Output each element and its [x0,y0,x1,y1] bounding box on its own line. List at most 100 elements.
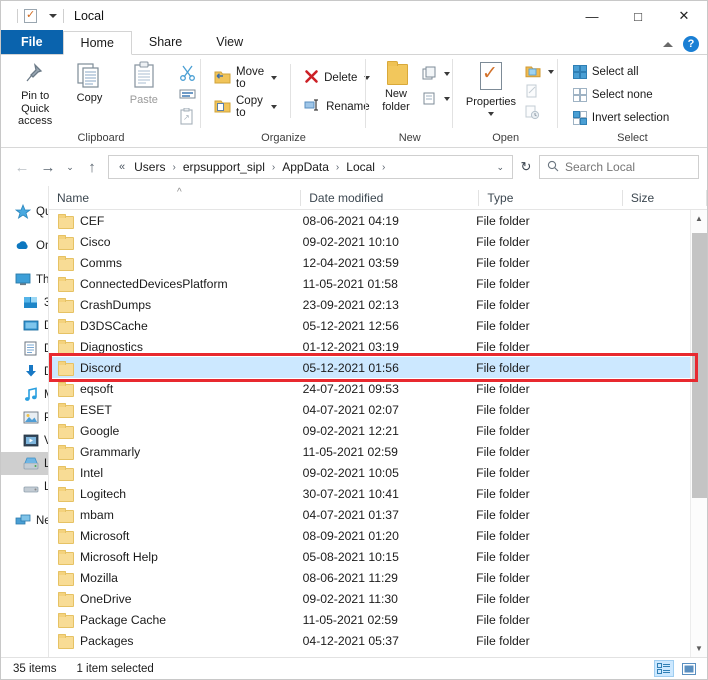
tab-file[interactable]: File [1,30,63,54]
sidebar-item-network[interactable]: Ne [1,509,48,532]
delete-button[interactable]: Delete [299,66,375,89]
file-name-cell[interactable]: Comms [49,255,295,271]
vertical-scrollbar[interactable]: ▲ ▼ [690,210,707,657]
tab-share[interactable]: Share [131,30,200,54]
table-row[interactable]: Cisco 09-02-2021 10:10 File folder [49,231,690,252]
breadcrumb-local[interactable]: Local [343,159,378,175]
table-row[interactable]: CrashDumps 23-09-2021 02:13 File folder [49,294,690,315]
file-name-cell[interactable]: ESET [49,402,295,418]
move-to-button[interactable]: Move to [209,66,282,90]
easy-access-button[interactable] [420,90,452,108]
column-header-size[interactable]: Size [623,186,708,210]
table-row[interactable]: OneDrive 09-02-2021 11:30 File folder [49,588,690,609]
file-name-cell[interactable]: Diagnostics [49,339,295,355]
file-name-cell[interactable]: Intel [49,465,295,481]
select-none-button[interactable]: Select none [568,83,658,106]
column-header-date-modified[interactable]: Date modified [301,186,480,210]
file-list[interactable]: CEF 08-06-2021 04:19 File folder Cisco 09-02… [49,210,690,657]
sidebar-item-local-disk[interactable]: L [1,452,48,475]
recent-locations-button[interactable]: ⌄ [61,154,79,180]
invert-selection-button[interactable]: Invert selection [568,106,674,129]
column-header-type[interactable]: Type [479,186,624,210]
file-name-cell[interactable]: Mozilla [49,570,295,586]
file-name-cell[interactable]: CrashDumps [49,297,295,313]
file-name-cell[interactable]: OneDrive [49,591,295,607]
file-name-cell[interactable]: Grammarly [49,444,295,460]
table-row[interactable]: Discord 05-12-2021 01:56 File folder [49,357,690,378]
table-row[interactable]: Logitech 30-07-2021 10:41 File folder [49,483,690,504]
tab-home[interactable]: Home [62,31,132,55]
copy-path-button[interactable] [174,85,201,106]
chevron-down-icon[interactable] [444,72,450,76]
breadcrumb-separator[interactable]: › [271,162,276,173]
minimize-button[interactable]: — [569,1,615,31]
scrollbar-track[interactable] [691,227,708,640]
table-row[interactable]: Mozilla 08-06-2021 11:29 File folder [49,567,690,588]
sidebar-item-local-disk-2[interactable]: L [1,475,48,498]
sidebar-item-onedrive[interactable]: On [1,234,48,257]
close-button[interactable]: ✕ [661,1,707,31]
cut-button[interactable] [174,63,201,84]
breadcrumb-appdata[interactable]: AppData [279,159,332,175]
sidebar-item-documents[interactable]: D [1,337,48,360]
sidebar-item-pictures[interactable]: P [1,406,48,429]
copy-button[interactable]: Copy [63,61,115,105]
properties-icon[interactable] [24,8,37,23]
collapse-ribbon-icon[interactable] [663,41,673,47]
address-dropdown-icon[interactable]: ⌄ [496,162,508,173]
breadcrumb-separator[interactable]: › [335,162,340,173]
file-name-cell[interactable]: Discord [49,360,295,376]
scroll-up-arrow[interactable]: ▲ [691,210,708,227]
chevron-down-icon[interactable] [487,111,494,116]
properties-button[interactable]: ✓ Properties [463,61,518,116]
select-all-button[interactable]: Select all [568,60,644,83]
table-row[interactable]: Microsoft Help 05-08-2021 10:15 File folde… [49,546,690,567]
chevron-down-icon[interactable] [548,70,555,74]
paste-shortcut-button[interactable]: ↗ [174,107,201,128]
address-field[interactable]: « Users › erpsupport_sipl › AppData › Lo… [108,155,513,179]
new-item-button[interactable] [420,65,452,83]
breadcrumb-separator[interactable]: › [171,162,176,173]
table-row[interactable]: Diagnostics 01-12-2021 03:19 File folder [49,336,690,357]
table-row[interactable]: Intel 09-02-2021 10:05 File folder [49,462,690,483]
table-row[interactable]: Google 09-02-2021 12:21 File folder [49,420,690,441]
sidebar-item-quick-access[interactable]: Qu [1,200,48,223]
file-name-cell[interactable]: Package Cache [49,612,295,628]
scrollbar-thumb[interactable] [691,233,707,498]
copy-to-button[interactable]: Copy to [209,95,282,119]
search-box[interactable]: Search Local [539,155,699,179]
table-row[interactable]: Grammarly 11-05-2021 02:59 File folder [49,441,690,462]
breadcrumb-users[interactable]: Users [131,159,168,175]
table-row[interactable]: Packages 04-12-2021 05:37 File folder [49,630,690,651]
breadcrumb-separator[interactable]: › [381,162,386,173]
open-button[interactable] [523,63,556,81]
file-name-cell[interactable]: Microsoft Help [49,549,295,565]
table-row[interactable]: ESET 04-07-2021 02:07 File folder [49,399,690,420]
chevron-down-icon[interactable] [444,97,450,101]
large-icons-view-button[interactable] [679,660,699,677]
chevron-down-icon[interactable] [271,75,278,80]
back-button[interactable]: ← [9,154,35,180]
file-name-cell[interactable]: ConnectedDevicesPlatform [49,276,295,292]
sidebar-item-downloads[interactable]: D [1,360,48,383]
details-view-button[interactable] [654,660,674,677]
file-name-cell[interactable]: mbam [49,507,295,523]
breadcrumb-erpsupport-sipl[interactable]: erpsupport_sipl [180,159,268,175]
chevron-down-icon[interactable] [271,104,278,109]
table-row[interactable]: eqsoft 24-07-2021 09:53 File folder [49,378,690,399]
new-folder-button[interactable]: New folder [375,61,417,113]
forward-button[interactable]: → [35,154,61,180]
maximize-button[interactable]: □ [615,1,661,31]
file-name-cell[interactable]: CEF [49,213,295,229]
sidebar-item-desktop[interactable]: D [1,314,48,337]
file-name-cell[interactable]: Packages [49,633,295,649]
table-row[interactable]: Microsoft 08-09-2021 01:20 File folder [49,525,690,546]
pin-to-quick-access-button[interactable]: Pin to Quick access [9,61,61,128]
up-button[interactable]: ↑ [79,154,105,180]
sidebar-item-3d-objects[interactable]: 3 [1,291,48,314]
sidebar-item-this-pc[interactable]: Th [1,268,48,291]
file-name-cell[interactable]: D3DSCache [49,318,295,334]
file-name-cell[interactable]: Cisco [49,234,295,250]
scroll-down-arrow[interactable]: ▼ [691,640,708,657]
paste-button[interactable]: Paste [118,61,170,107]
